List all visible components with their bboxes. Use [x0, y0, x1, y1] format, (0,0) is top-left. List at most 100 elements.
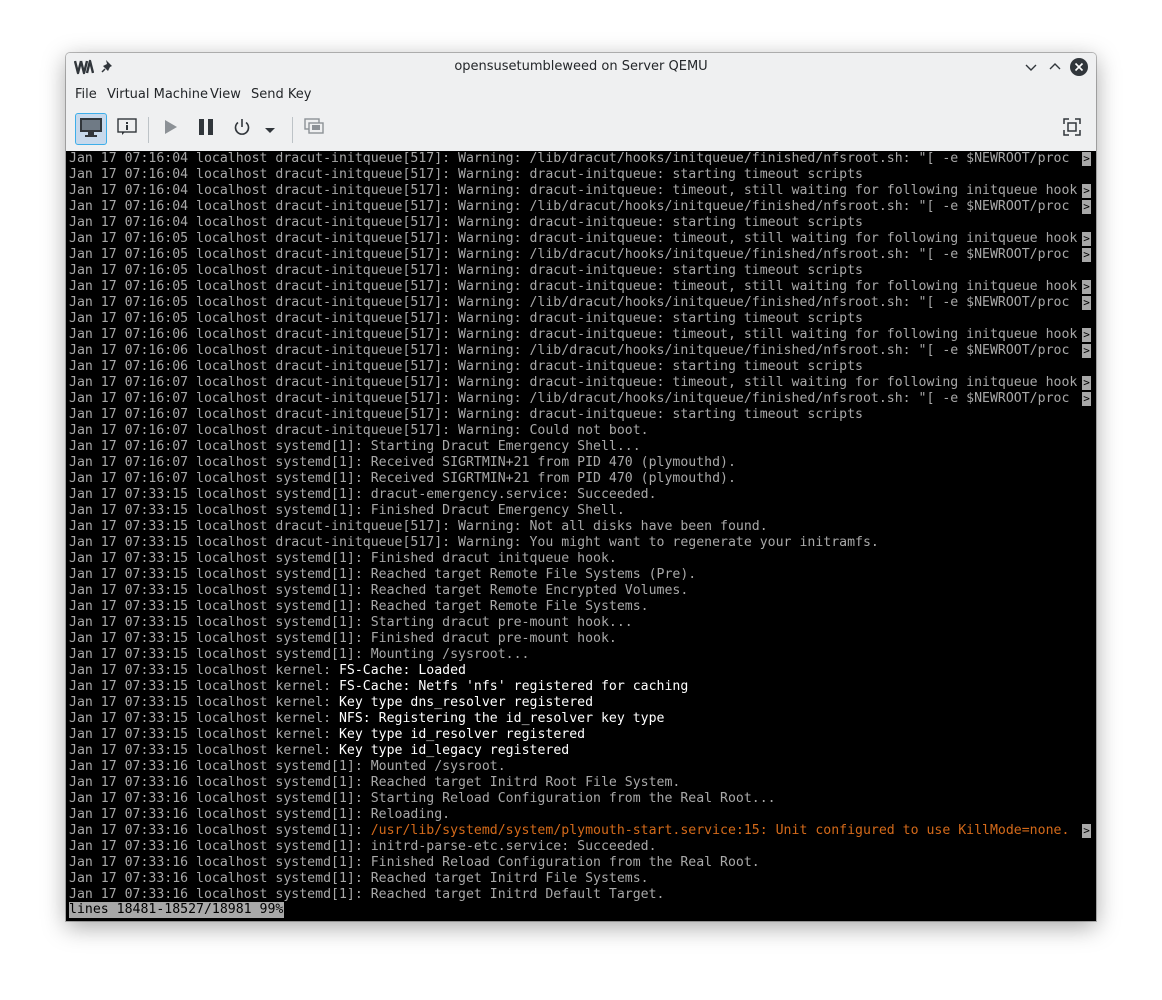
console-line: Jan 17 07:33:16 localhost systemd[1]: /u…: [69, 823, 1093, 839]
console-line-text: Jan 17 07:16:05 localhost dracut-initque…: [69, 295, 1070, 310]
console-line: Jan 17 07:33:15 localhost kernel: Key ty…: [69, 695, 1093, 711]
close-icon[interactable]: [1069, 57, 1089, 77]
console-line: Jan 17 07:33:15 localhost systemd[1]: St…: [69, 615, 1093, 631]
console-line: Jan 17 07:33:16 localhost systemd[1]: Re…: [69, 871, 1093, 887]
run-button[interactable]: [154, 113, 186, 145]
console-line: Jan 17 07:33:15 localhost systemd[1]: Fi…: [69, 551, 1093, 567]
console-line: Jan 17 07:16:07 localhost systemd[1]: St…: [69, 439, 1093, 455]
console-line: Jan 17 07:16:04 localhost dracut-initque…: [69, 167, 1093, 183]
toolbar: [66, 109, 1096, 151]
line-truncated-marker: >: [1082, 248, 1091, 262]
console-line: Jan 17 07:16:05 localhost dracut-initque…: [69, 231, 1093, 247]
console-line-text: Jan 17 07:33:16 localhost systemd[1]: Fi…: [69, 855, 760, 870]
line-truncated-marker: >: [1082, 376, 1091, 390]
dropdown-arrow-icon: [264, 120, 276, 139]
console-line: Jan 17 07:33:16 localhost systemd[1]: Mo…: [69, 759, 1093, 775]
console-line-text: Jan 17 07:16:04 localhost dracut-initque…: [69, 215, 863, 230]
console-line-text: Jan 17 07:33:15 localhost systemd[1]: St…: [69, 615, 633, 630]
console-line: Jan 17 07:33:15 localhost kernel: Key ty…: [69, 727, 1093, 743]
line-truncated-marker: >: [1082, 200, 1091, 214]
console-line: Jan 17 07:16:07 localhost systemd[1]: Re…: [69, 471, 1093, 487]
menu-send-key[interactable]: Send Key: [251, 87, 311, 102]
console-line: Jan 17 07:16:05 localhost dracut-initque…: [69, 247, 1093, 263]
console-line: Jan 17 07:16:05 localhost dracut-initque…: [69, 263, 1093, 279]
line-truncated-marker: >: [1082, 280, 1091, 294]
console-line-text: Jan 17 07:33:16 localhost systemd[1]: in…: [69, 839, 657, 854]
toolbar-separator: [292, 117, 293, 143]
console-line-text: Jan 17 07:16:04 localhost dracut-initque…: [69, 199, 1070, 214]
console-line-text: Jan 17 07:16:04 localhost dracut-initque…: [69, 183, 1078, 198]
console-line-text: Jan 17 07:16:06 localhost dracut-initque…: [69, 327, 1078, 342]
console-line: Jan 17 07:33:15 localhost systemd[1]: Mo…: [69, 647, 1093, 663]
console-line-text: Jan 17 07:33:15 localhost systemd[1]: Fi…: [69, 551, 617, 566]
console-line-text: Jan 17 07:33:15 localhost kernel:: [69, 663, 339, 678]
menu-view[interactable]: View: [210, 87, 241, 102]
console-line: Jan 17 07:33:16 localhost systemd[1]: Re…: [69, 807, 1093, 823]
console-line-text: Jan 17 07:16:07 localhost dracut-initque…: [69, 423, 649, 438]
console-line-kernel-message: Key type id_legacy registered: [338, 743, 570, 758]
line-truncated-marker: >: [1082, 184, 1091, 198]
shutdown-menu-button[interactable]: [258, 113, 282, 145]
menu-file[interactable]: File: [75, 87, 97, 102]
title-bar[interactable]: opensusetumbleweed on Server QEMU: [66, 53, 1096, 81]
monitor-icon: [79, 116, 103, 142]
console-line: Jan 17 07:33:15 localhost systemd[1]: Fi…: [69, 631, 1093, 647]
console-line-kernel-message: FS-Cache: Netfs 'nfs' registered for cac…: [338, 679, 689, 694]
vm-console-display[interactable]: Jan 17 07:16:04 localhost dracut-initque…: [66, 151, 1096, 921]
line-truncated-marker: >: [1082, 824, 1091, 838]
chevron-down-icon[interactable]: [1021, 57, 1041, 77]
console-line-text: Jan 17 07:33:15 localhost systemd[1]: Re…: [69, 599, 649, 614]
console-line-text: Jan 17 07:33:16 localhost systemd[1]: Re…: [69, 871, 649, 886]
console-line-text: Jan 17 07:33:15 localhost systemd[1]: Fi…: [69, 631, 617, 646]
console-line: Jan 17 07:33:16 localhost systemd[1]: Re…: [69, 775, 1093, 791]
vm-viewer-window: opensusetumbleweed on Server QEMU File V…: [66, 53, 1096, 921]
console-line: Jan 17 07:16:06 localhost dracut-initque…: [69, 327, 1093, 343]
console-line-text: Jan 17 07:33:16 localhost systemd[1]: Re…: [69, 807, 451, 822]
power-icon: [232, 117, 252, 141]
console-line: Jan 17 07:33:16 localhost systemd[1]: in…: [69, 839, 1093, 855]
console-line: Jan 17 07:16:07 localhost dracut-initque…: [69, 407, 1093, 423]
console-line-kernel-message: Key type dns_resolver registered: [338, 695, 594, 710]
menu-bar: File Virtual Machine View Send Key: [66, 81, 1096, 109]
console-line-text: Jan 17 07:16:05 localhost dracut-initque…: [69, 231, 1078, 246]
console-line-text: Jan 17 07:16:04 localhost dracut-initque…: [69, 151, 1070, 166]
console-line: Jan 17 07:16:07 localhost dracut-initque…: [69, 375, 1093, 391]
play-icon: [160, 117, 180, 141]
console-line-text: Jan 17 07:33:15 localhost kernel:: [69, 727, 339, 742]
toolbar-separator: [148, 117, 149, 143]
console-line-text: Jan 17 07:33:15 localhost kernel:: [69, 679, 339, 694]
snapshots-button[interactable]: [298, 113, 330, 145]
line-truncated-marker: >: [1082, 344, 1091, 358]
console-line-text: Jan 17 07:16:07 localhost systemd[1]: Re…: [69, 455, 736, 470]
console-line: Jan 17 07:33:15 localhost systemd[1]: Re…: [69, 567, 1093, 583]
console-line: Jan 17 07:33:15 localhost kernel: NFS: R…: [69, 711, 1093, 727]
details-button[interactable]: [111, 113, 143, 145]
console-line: Jan 17 07:33:15 localhost dracut-initque…: [69, 519, 1093, 535]
line-truncated-marker: >: [1082, 232, 1091, 246]
console-line-text: Jan 17 07:33:15 localhost kernel:: [69, 695, 339, 710]
console-line: Jan 17 07:16:04 localhost dracut-initque…: [69, 199, 1093, 215]
console-line: Jan 17 07:33:15 localhost kernel: FS-Cac…: [69, 663, 1093, 679]
console-line-text: Jan 17 07:33:16 localhost systemd[1]:: [69, 823, 371, 838]
console-line-text: Jan 17 07:33:15 localhost dracut-initque…: [69, 535, 879, 550]
console-line: Jan 17 07:33:15 localhost systemd[1]: Re…: [69, 583, 1093, 599]
line-truncated-marker: >: [1082, 392, 1091, 406]
fullscreen-button[interactable]: [1056, 113, 1088, 145]
console-line: Jan 17 07:16:05 localhost dracut-initque…: [69, 279, 1093, 295]
console-line-text: Jan 17 07:16:07 localhost dracut-initque…: [69, 375, 1078, 390]
console-line: Jan 17 07:33:15 localhost dracut-initque…: [69, 535, 1093, 551]
line-truncated-marker: >: [1082, 152, 1091, 166]
console-line: Jan 17 07:16:06 localhost dracut-initque…: [69, 359, 1093, 375]
console-line: Jan 17 07:16:05 localhost dracut-initque…: [69, 311, 1093, 327]
menu-virtual-machine[interactable]: Virtual Machine: [107, 87, 208, 102]
console-button[interactable]: [75, 113, 107, 145]
shutdown-button[interactable]: [226, 113, 258, 145]
console-line-text: Jan 17 07:33:16 localhost systemd[1]: Re…: [69, 775, 681, 790]
console-line-text: Jan 17 07:33:15 localhost kernel:: [69, 743, 339, 758]
pause-button[interactable]: [190, 113, 222, 145]
console-line-text: Jan 17 07:33:15 localhost systemd[1]: Fi…: [69, 503, 625, 518]
console-line: Jan 17 07:16:07 localhost dracut-initque…: [69, 423, 1093, 439]
chevron-up-icon[interactable]: [1045, 57, 1065, 77]
console-line-text: Jan 17 07:16:06 localhost dracut-initque…: [69, 359, 863, 374]
pager-status: lines 18481-18527/18981 99%: [69, 902, 285, 918]
